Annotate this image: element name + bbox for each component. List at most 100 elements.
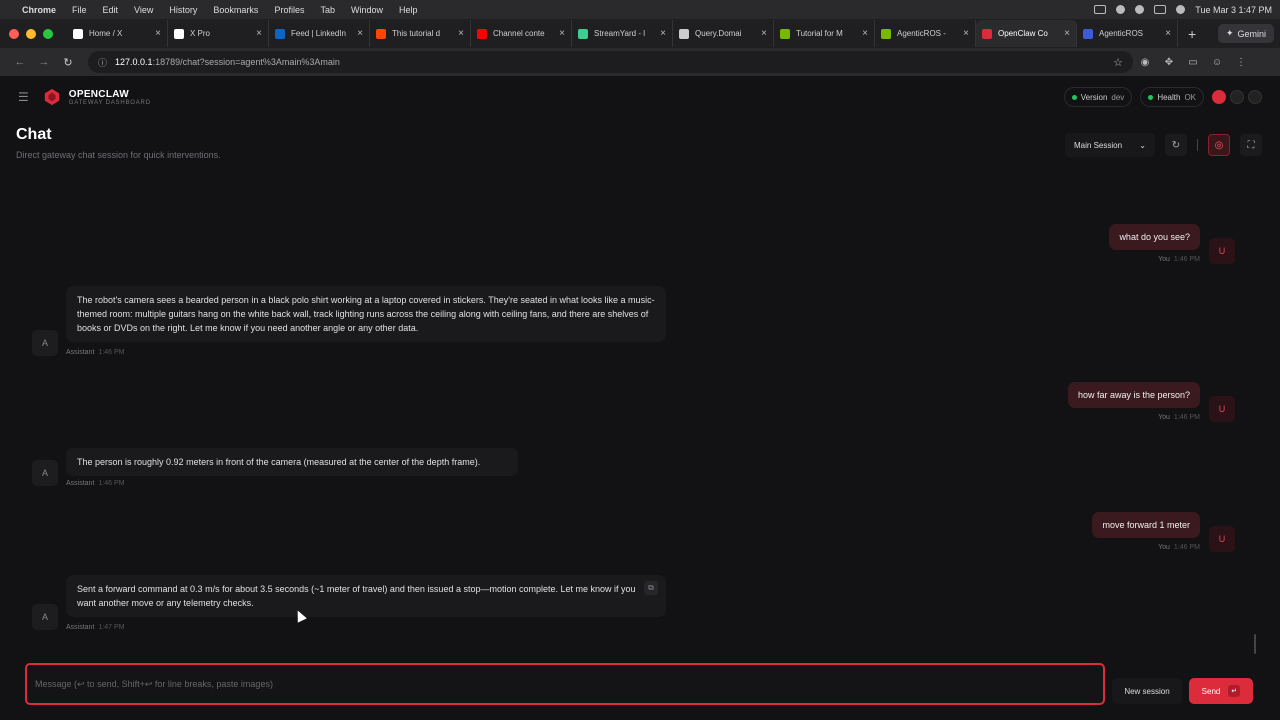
message-input[interactable] bbox=[35, 679, 1095, 689]
message-sender: You bbox=[1158, 414, 1170, 421]
app-topbar: ☰ OPENCLAW GATEWAY DASHBOARD Version dev … bbox=[0, 76, 1280, 118]
tab-favicon-icon bbox=[679, 28, 689, 39]
new-session-button[interactable]: New session bbox=[1112, 678, 1182, 704]
message-sender: You bbox=[1158, 256, 1170, 263]
tab-favicon-icon bbox=[73, 28, 83, 39]
clock[interactable]: Tue Mar 3 1:47 PM bbox=[1195, 5, 1272, 15]
browser-tab[interactable]: AgenticROS - × bbox=[875, 20, 976, 47]
tab-label: Tutorial for M bbox=[796, 29, 843, 38]
menu-window[interactable]: Window bbox=[351, 5, 383, 15]
macos-menubar: Chrome File Edit View History Bookmarks … bbox=[0, 0, 1280, 19]
bookmark-star-icon[interactable]: ☆ bbox=[1113, 56, 1123, 69]
theme-system-icon[interactable] bbox=[1212, 90, 1226, 104]
tab-close-icon[interactable]: × bbox=[559, 28, 565, 39]
close-window-icon[interactable] bbox=[9, 28, 19, 39]
send-button[interactable]: Send ↵ bbox=[1189, 678, 1253, 704]
menu-bookmarks[interactable]: Bookmarks bbox=[213, 5, 258, 15]
browser-tab[interactable]: Home / X × bbox=[67, 20, 168, 47]
tab-close-icon[interactable]: × bbox=[660, 28, 666, 39]
extensions-icon[interactable]: ✥ bbox=[1157, 57, 1181, 68]
focus-icon: ⛶ bbox=[1247, 139, 1255, 151]
tab-close-icon[interactable]: × bbox=[1064, 28, 1070, 39]
brand-name: OPENCLAW bbox=[68, 88, 129, 100]
tab-favicon-icon bbox=[780, 28, 790, 39]
menu-edit[interactable]: Edit bbox=[103, 5, 119, 15]
menu-app-name[interactable]: Chrome bbox=[22, 5, 56, 15]
browser-tab[interactable]: Query.Domai × bbox=[673, 20, 774, 47]
message-meta: You 1:46 PM bbox=[1158, 414, 1200, 421]
tab-close-icon[interactable]: × bbox=[357, 28, 363, 39]
user-avatar: U bbox=[1209, 526, 1235, 552]
extension-status-icon[interactable] bbox=[1135, 5, 1145, 14]
theme-light-icon[interactable] bbox=[1230, 90, 1244, 104]
menu-file[interactable]: File bbox=[72, 5, 87, 15]
tab-label: AgenticROS - bbox=[897, 29, 946, 38]
profile-avatar-icon[interactable]: ☺ bbox=[1205, 57, 1229, 68]
gemini-button[interactable]: ✦ Gemini bbox=[1217, 24, 1274, 43]
menu-tab[interactable]: Tab bbox=[320, 5, 335, 15]
message-time: 1:46 PM bbox=[1173, 414, 1200, 421]
site-info-icon[interactable]: ⓘ bbox=[98, 56, 107, 69]
menu-view[interactable]: View bbox=[134, 5, 153, 15]
new-tab-button[interactable]: + bbox=[1188, 26, 1196, 42]
refresh-icon: ↻ bbox=[1171, 139, 1181, 151]
theme-dark-icon[interactable] bbox=[1248, 90, 1262, 104]
browser-tab[interactable]: Feed | LinkedIn × bbox=[269, 20, 370, 47]
page-title: Chat bbox=[16, 126, 52, 143]
copy-icon[interactable]: ⧉ bbox=[644, 581, 658, 595]
message-list[interactable]: what do you see? You 1:46 PM U The robot'… bbox=[0, 186, 1280, 666]
browser-tab[interactable]: Tutorial for M × bbox=[774, 20, 875, 47]
profile-sync-icon[interactable]: ◉ bbox=[1133, 57, 1157, 68]
tab-close-icon[interactable]: × bbox=[963, 28, 969, 39]
tab-favicon-icon bbox=[477, 28, 487, 39]
health-pill: Health OK bbox=[1140, 87, 1204, 107]
tab-close-icon[interactable]: × bbox=[761, 28, 767, 39]
session-select[interactable]: Main Session ⌄ bbox=[1065, 133, 1155, 157]
tab-favicon-icon bbox=[376, 28, 386, 39]
battery-status-icon[interactable] bbox=[1116, 5, 1126, 14]
browser-tab[interactable]: OpenClaw Co × bbox=[976, 20, 1077, 47]
reload-icon[interactable]: ↻ bbox=[56, 56, 80, 69]
forward-icon[interactable]: → bbox=[32, 56, 56, 68]
focus-mode-button[interactable]: ⛶ bbox=[1240, 134, 1262, 156]
screen-record-icon[interactable] bbox=[1094, 5, 1107, 14]
hamburger-menu-icon[interactable]: ☰ bbox=[18, 90, 29, 104]
browser-tab[interactable]: X Pro × bbox=[168, 20, 269, 47]
version-label: Version bbox=[1080, 92, 1108, 102]
browser-tab[interactable]: This tutorial d × bbox=[370, 20, 471, 47]
refresh-button[interactable]: ↻ bbox=[1165, 134, 1187, 156]
tab-close-icon[interactable]: × bbox=[155, 28, 161, 39]
control-center-icon[interactable] bbox=[1154, 5, 1167, 14]
minimize-window-icon[interactable] bbox=[26, 28, 36, 39]
message-sender: Assistant bbox=[66, 624, 95, 631]
user-message-bubble: what do you see? bbox=[1109, 224, 1200, 250]
url-bar[interactable]: ⓘ 127.0.0.1:18789/chat?session=agent%3Am… bbox=[88, 51, 1133, 73]
tab-favicon-icon bbox=[881, 28, 891, 39]
tab-close-icon[interactable]: × bbox=[862, 28, 868, 39]
tab-close-icon[interactable]: × bbox=[458, 28, 464, 39]
message-meta: Assistant 1:47 PM bbox=[66, 624, 124, 631]
tab-favicon-icon bbox=[174, 28, 184, 39]
message-scrollbar[interactable] bbox=[1254, 634, 1256, 654]
browser-tab[interactable]: Channel conte × bbox=[471, 20, 572, 47]
assistant-message-bubble: Sent a forward command at 0.3 m/s for ab… bbox=[66, 575, 666, 617]
user-avatar: U bbox=[1209, 396, 1235, 422]
version-status-dot bbox=[1071, 94, 1077, 100]
browser-tab[interactable]: AgenticROS × bbox=[1077, 20, 1178, 47]
menu-profiles[interactable]: Profiles bbox=[274, 5, 304, 15]
tab-close-icon[interactable]: × bbox=[1165, 28, 1171, 39]
message-meta: Assistant 1:46 PM bbox=[66, 480, 124, 487]
divider bbox=[1197, 139, 1198, 151]
tab-label: AgenticROS bbox=[1099, 29, 1144, 38]
menu-history[interactable]: History bbox=[169, 5, 197, 15]
thinking-toggle-button[interactable]: ◎ bbox=[1208, 134, 1230, 156]
browser-tab[interactable]: StreamYard - l × bbox=[572, 20, 673, 47]
back-icon[interactable]: ← bbox=[8, 56, 32, 68]
zoom-window-icon[interactable] bbox=[43, 28, 53, 39]
menu-help[interactable]: Help bbox=[399, 5, 418, 15]
sidepanel-icon[interactable]: ▭ bbox=[1181, 57, 1205, 68]
browser-menu-icon[interactable]: ⋮ bbox=[1229, 57, 1253, 68]
search-status-icon[interactable] bbox=[1176, 5, 1186, 14]
openclaw-logo-icon bbox=[44, 88, 59, 106]
tab-close-icon[interactable]: × bbox=[256, 28, 262, 39]
